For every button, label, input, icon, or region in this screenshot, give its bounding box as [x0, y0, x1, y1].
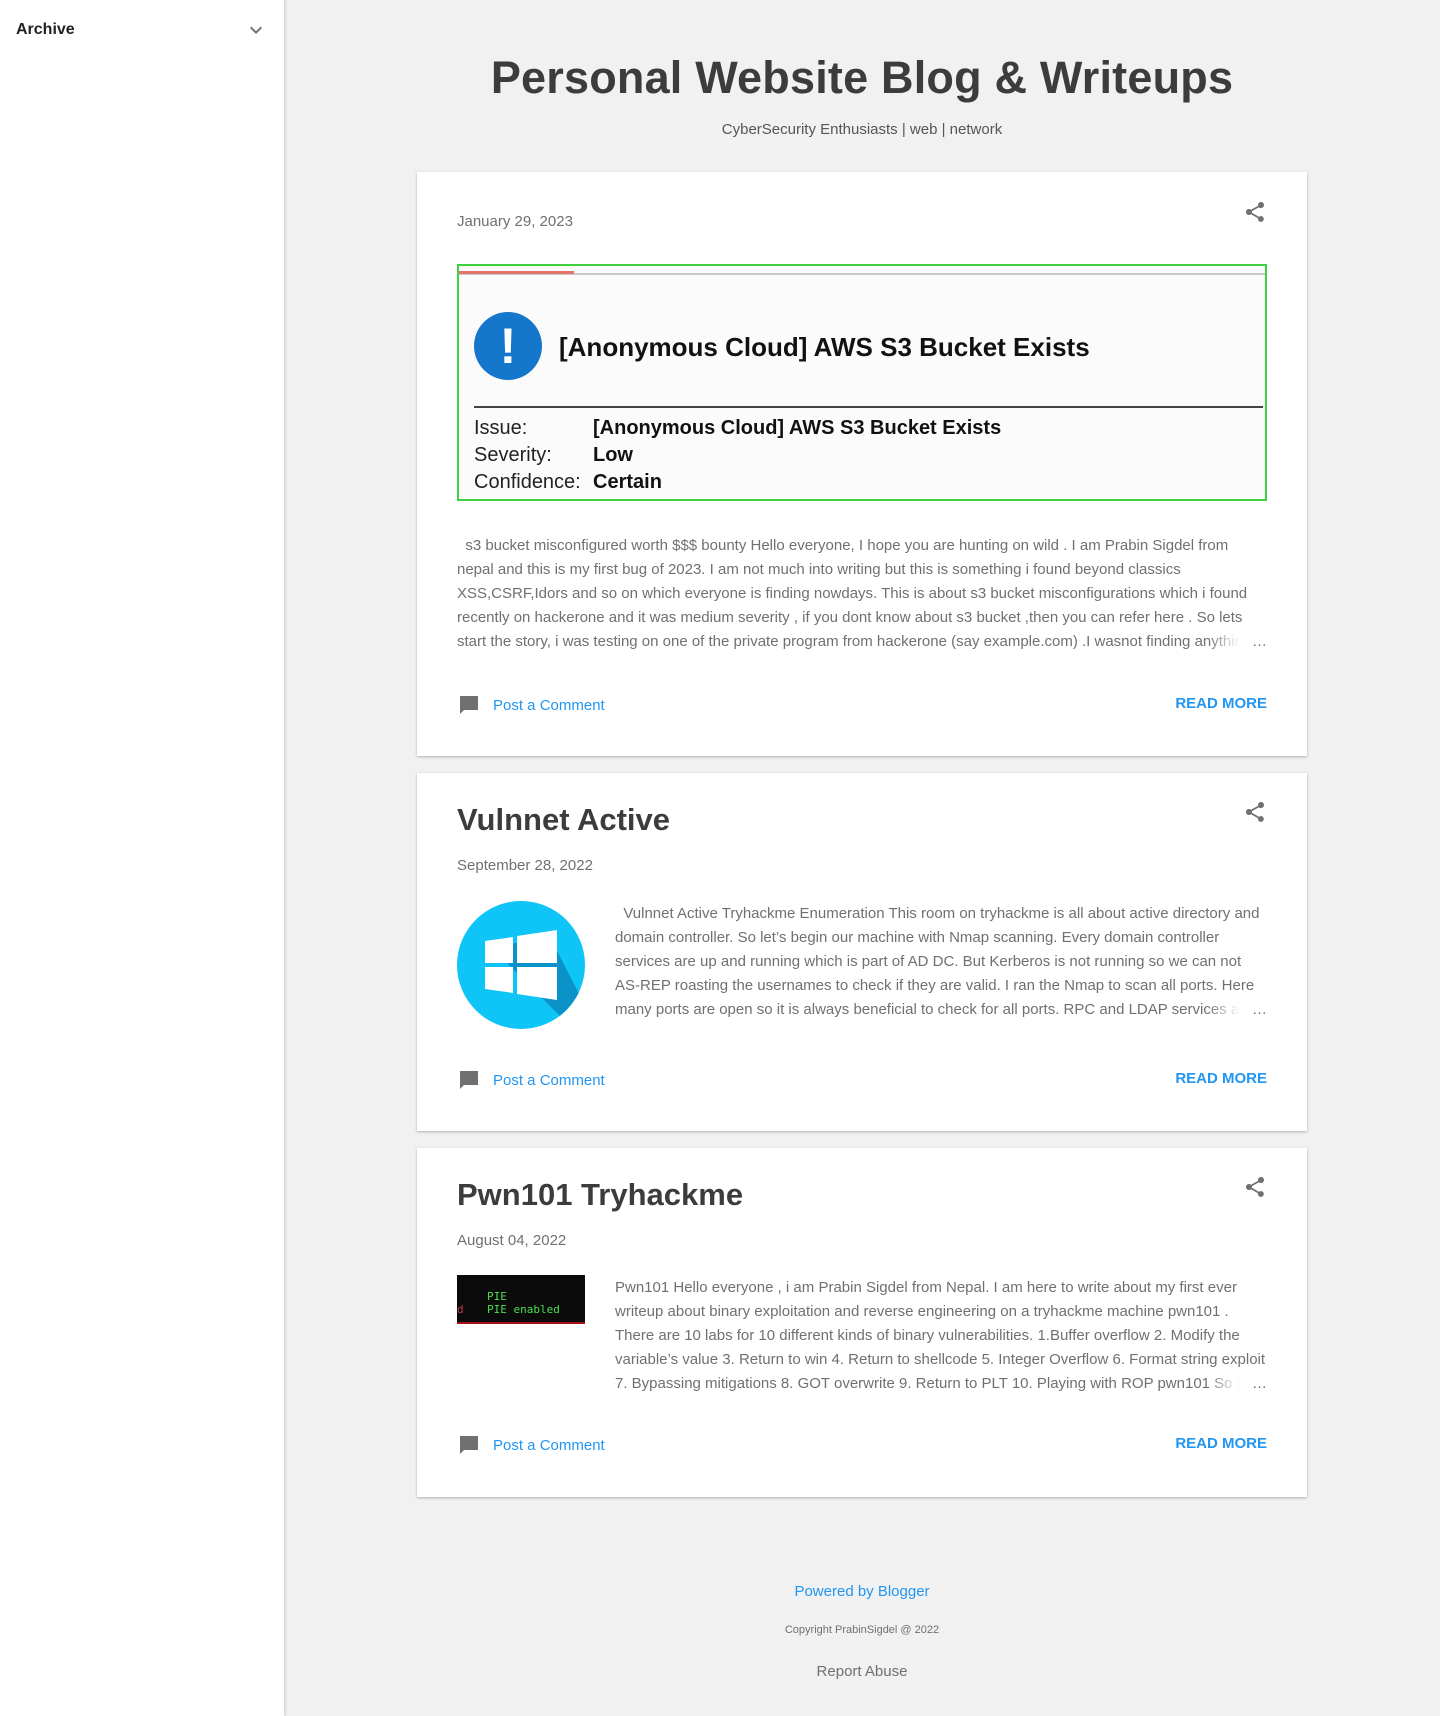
read-more-button[interactable]: Read more	[1175, 1070, 1267, 1087]
post-card: Pwn101 Tryhackme August 04, 2022 PIE d P…	[417, 1148, 1307, 1497]
post-comment-label: Post a Comment	[493, 696, 605, 714]
image-row-value: Low	[593, 444, 633, 466]
post-snippet: Pwn101 Hello everyone , i am Prabin Sigd…	[615, 1276, 1267, 1396]
image-divider	[474, 406, 1263, 408]
copyright-text: Copyright PrabinSigdel @ 2022	[784, 1624, 940, 1636]
post-title[interactable]: Vulnnet Active	[457, 802, 670, 838]
image-row-value: Certain	[593, 471, 662, 493]
image-row-label: Severity:	[474, 444, 552, 466]
chevron-down-icon[interactable]	[244, 18, 268, 42]
post-snippet: Vulnnet Active Tryhackme Enumeration Thi…	[615, 902, 1267, 1022]
report-abuse-link[interactable]: Report Abuse	[284, 1663, 1440, 1680]
image-row: Confidence: Certain	[474, 471, 662, 494]
windows-logo-icon[interactable]	[457, 901, 585, 1029]
thumbnail-text: PIE enabled	[487, 1303, 560, 1316]
post-snippet-text: Pwn101 Hello everyone , i am Prabin Sigd…	[615, 1279, 1266, 1392]
exclamation-icon: !	[474, 312, 542, 380]
image-divider	[459, 273, 1265, 275]
post-image[interactable]: ! [Anonymous Cloud] AWS S3 Bucket Exists…	[457, 264, 1267, 501]
share-icon[interactable]	[1243, 200, 1267, 224]
post-comment-label: Post a Comment	[493, 1071, 605, 1089]
post-date: January 29, 2023	[457, 213, 573, 230]
post-comment-link[interactable]: Post a Comment	[457, 1433, 605, 1457]
image-row: Severity: Low	[474, 444, 633, 467]
post-card: Vulnnet Active September 28, 2022 Vulnne…	[417, 773, 1307, 1131]
post-date: September 28, 2022	[457, 857, 593, 874]
post-snippet: s3 bucket misconfigured worth $$$ bounty…	[457, 534, 1267, 654]
post-snippet-text: s3 bucket misconfigured worth $$$ bounty…	[457, 537, 1251, 650]
post-comment-label: Post a Comment	[493, 1436, 605, 1454]
image-row: Issue: [Anonymous Cloud] AWS S3 Bucket E…	[474, 417, 1001, 440]
image-row-label: Confidence:	[474, 471, 581, 493]
image-row-value: [Anonymous Cloud] AWS S3 Bucket Exists	[593, 417, 1002, 439]
archive-toggle[interactable]: Archive	[16, 18, 268, 42]
snippet-ellipsis: …	[1242, 630, 1267, 654]
snippet-ellipsis: …	[1242, 1372, 1267, 1396]
share-icon[interactable]	[1243, 1175, 1267, 1199]
blog-title[interactable]: Personal Website Blog & Writeups	[284, 52, 1440, 104]
image-heading: [Anonymous Cloud] AWS S3 Bucket Exists	[559, 332, 1090, 362]
comment-icon	[457, 1433, 481, 1457]
comment-icon	[457, 1068, 481, 1092]
post-comment-link[interactable]: Post a Comment	[457, 693, 605, 717]
post-snippet-text: Vulnnet Active Tryhackme Enumeration Thi…	[615, 905, 1260, 1018]
post-comment-link[interactable]: Post a Comment	[457, 1068, 605, 1092]
read-more-button[interactable]: Read more	[1175, 1435, 1267, 1452]
post-card: January 29, 2023 ! [Anonymous Cloud] AWS…	[417, 172, 1307, 756]
image-row-label: Issue:	[474, 417, 528, 439]
read-more-button[interactable]: Read more	[1175, 695, 1267, 712]
comment-icon	[457, 693, 481, 717]
snippet-ellipsis: …	[1242, 998, 1267, 1022]
thumbnail-text: PIE	[487, 1290, 507, 1303]
image-progress-strip	[459, 271, 574, 274]
post-date: August 04, 2022	[457, 1232, 567, 1249]
powered-by-link[interactable]: Powered by Blogger	[284, 1583, 1440, 1600]
sidebar: Archive	[0, 0, 284, 1716]
archive-label: Archive	[16, 21, 75, 38]
share-icon[interactable]	[1243, 800, 1267, 824]
post-title[interactable]: Pwn101 Tryhackme	[457, 1177, 743, 1213]
post-thumbnail[interactable]: PIE d PIE enabled	[457, 1275, 585, 1324]
thumbnail-text: d	[457, 1303, 464, 1316]
blog-subtitle: CyberSecurity Enthusiasts | web | networ…	[721, 121, 1003, 138]
